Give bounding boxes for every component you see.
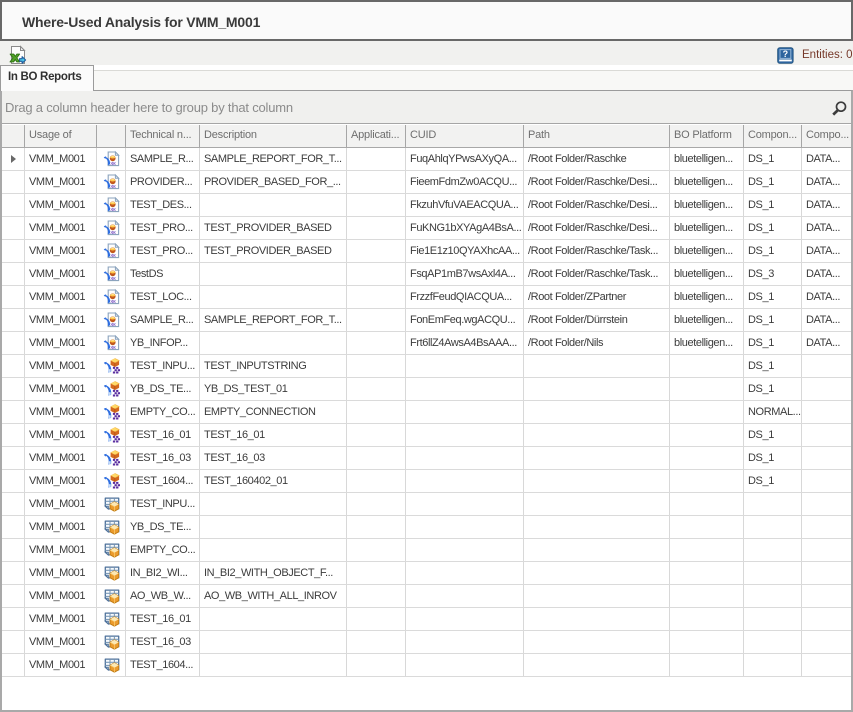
svg-text:XXX: XXX [110,298,116,303]
svg-text:XXX: XXX [110,321,116,326]
svg-text:XXX: XXX [110,206,116,211]
svg-text:?: ? [783,49,789,59]
svg-text:XXX: XXX [110,252,116,257]
svg-text:XXX: XXX [110,344,116,349]
svg-text:XXX: XXX [110,160,116,165]
svg-text:XXX: XXX [110,275,116,280]
svg-text:XXX: XXX [110,183,116,188]
svg-text:XXX: XXX [110,229,116,234]
